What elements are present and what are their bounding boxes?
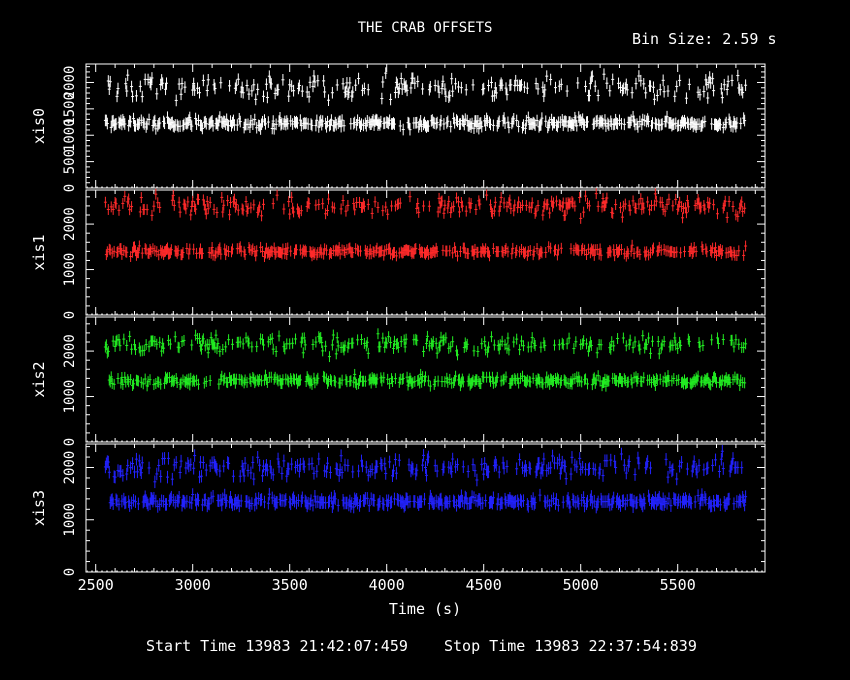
- panel-xis2: 0 1000 2000 xis2: [30, 316, 766, 446]
- y-tick-label: 1000: [62, 253, 78, 287]
- data-series-xis1: [103, 188, 748, 263]
- light-curve-chart: 0500100015002000xis0010002000xis10100020…: [30, 63, 766, 594]
- y-tick-label: 2000: [62, 66, 78, 100]
- panel-xis0: 0500100015002000xis0: [30, 63, 766, 192]
- y-axis-label: xis3: [30, 490, 48, 526]
- panel-xis3: 0 1000 2000 xis3: [30, 443, 766, 576]
- data-series-xis0: [103, 67, 748, 136]
- y-tick-label: 0: [62, 438, 78, 446]
- y-tick-label: 0: [62, 184, 78, 192]
- y-tick-label: 0: [62, 311, 78, 319]
- y-tick-label: 2000: [62, 207, 78, 241]
- data-series-xis2: [103, 328, 748, 392]
- y-tick-label: 2000: [62, 451, 78, 485]
- y-axis-label: xis2: [30, 361, 48, 397]
- y-axis-label: xis1: [30, 234, 48, 270]
- y-tick-label: 1000: [62, 380, 78, 414]
- y-axis-label: xis0: [30, 108, 48, 144]
- y-tick-label: 0: [62, 568, 78, 576]
- y-tick-label: 2000: [62, 334, 78, 368]
- y-tick-label: 1000: [62, 503, 78, 537]
- data-series-xis3: [103, 444, 748, 514]
- panel-xis1: 0 1000 2000 xis1: [30, 188, 766, 319]
